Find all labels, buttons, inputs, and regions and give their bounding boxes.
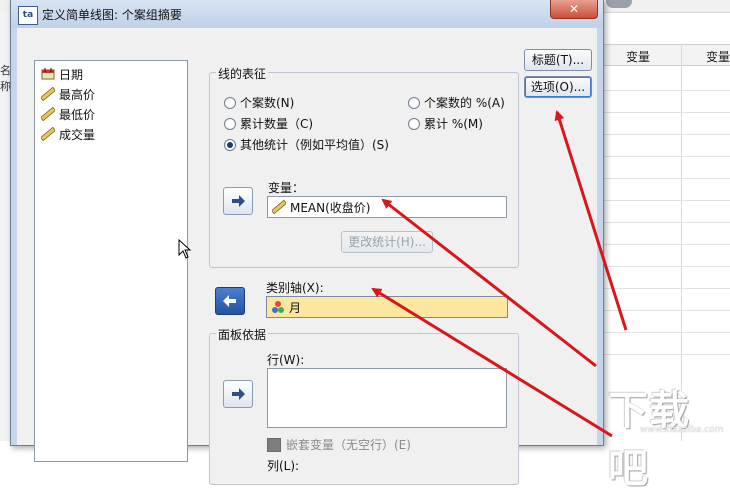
variable-item-date[interactable]: 日期 xyxy=(41,65,83,83)
radio-label: 个案数(N) xyxy=(240,96,295,110)
variable-label: 日期 xyxy=(59,67,84,82)
row-field[interactable] xyxy=(267,368,507,428)
radio-cumulative-pct[interactable]: 累计 %(M) xyxy=(408,115,483,132)
grid-line xyxy=(600,310,730,311)
scale-ruler-icon xyxy=(272,200,286,214)
date-scale-icon xyxy=(41,67,55,81)
column-header-variable[interactable]: 变量 xyxy=(706,48,730,65)
variable-value: MEAN(收盘价) xyxy=(290,200,371,215)
arrow-right-icon xyxy=(232,195,245,207)
nest-variables-checkbox[interactable]: 嵌套变量（无空行）(E) xyxy=(267,436,411,453)
radio-dot xyxy=(408,96,420,109)
category-axis-label: 类别轴(X): xyxy=(266,281,324,295)
column-header-variable[interactable]: 变量 xyxy=(626,48,650,65)
panel-by-group: 面板依据 行(W): 嵌套变量（无空行）(E) 列(L): xyxy=(209,326,519,485)
radio-cumulative-n[interactable]: 累计数量（C) xyxy=(224,115,313,132)
app-icon: ta xyxy=(18,6,38,25)
radio-label: 其他统计（例如平均值）(S) xyxy=(240,138,389,152)
mouse-cursor-icon xyxy=(178,239,192,259)
variable-item-low[interactable]: 最低价 xyxy=(41,105,95,123)
dialog-title: 定义简单线图: 个案组摘要 xyxy=(42,8,182,22)
grid-line xyxy=(600,112,730,113)
grid-line xyxy=(600,266,730,267)
variable-list[interactable]: 日期 最高价 最低价 成交量 xyxy=(34,60,188,462)
radio-label: 累计数量（C) xyxy=(240,117,314,131)
category-axis-field[interactable]: 月 xyxy=(266,296,508,318)
move-category-button[interactable] xyxy=(215,287,245,315)
scale-ruler-icon xyxy=(41,87,55,101)
grid-line xyxy=(600,222,730,223)
variable-label: 变量： xyxy=(268,181,305,195)
define-simple-line-dialog: ta 定义简单线图: 个案组摘要 ✕ 日期 最高价 最低价 成交量 线的表征 个… xyxy=(10,0,604,485)
radio-label: 累计 %(M) xyxy=(424,117,483,131)
grid-line xyxy=(600,90,730,91)
column-label: 列(L): xyxy=(267,459,300,473)
group-title: 面板依据 xyxy=(216,326,269,343)
category-axis-value: 月 xyxy=(289,300,302,315)
variable-item-volume[interactable]: 成交量 xyxy=(41,125,95,143)
group-title: 线的表征 xyxy=(216,65,269,82)
dialog-titlebar[interactable]: ta 定义简单线图: 个案组摘要 ✕ xyxy=(11,0,603,28)
move-row-button[interactable] xyxy=(223,380,253,408)
arrow-left-icon xyxy=(223,295,236,307)
arrow-right-icon xyxy=(232,388,245,400)
line-representation-group: 线的表征 个案数(N) 累计数量（C) 其他统计（例如平均值）(S) 个案数的 … xyxy=(209,65,519,268)
grid-line xyxy=(600,288,730,289)
grid-line xyxy=(600,354,730,355)
radio-other-statistic[interactable]: 其他统计（例如平均值）(S) xyxy=(224,136,389,153)
change-statistic-button[interactable]: 更改统计(H)... xyxy=(341,231,433,253)
close-icon: ✕ xyxy=(568,2,580,16)
background-column-header: 变量 变量 xyxy=(600,44,730,66)
variable-label: 最高价 xyxy=(59,87,96,102)
nominal-variable-icon xyxy=(271,300,285,314)
grid-line xyxy=(600,156,730,157)
checkbox-label: 嵌套变量（无空行）(E) xyxy=(286,438,411,452)
radio-dot xyxy=(408,117,420,130)
grid-line xyxy=(600,200,730,201)
titles-button[interactable]: 标题(T)... xyxy=(524,49,592,71)
scale-ruler-icon xyxy=(41,127,55,141)
dialog-body: 日期 最高价 最低价 成交量 线的表征 个案数(N) 累计数量（C) 其他统计（… xyxy=(17,28,597,485)
options-button[interactable]: 选项(O)... xyxy=(524,76,592,98)
grid-line xyxy=(600,134,730,135)
variable-label: 成交量 xyxy=(59,127,96,142)
background-toolbar-button[interactable] xyxy=(606,0,632,8)
close-button[interactable]: ✕ xyxy=(550,0,598,19)
radio-pct-cases[interactable]: 个案数的 %(A) xyxy=(408,94,505,111)
radio-dot xyxy=(224,117,236,130)
variable-field[interactable]: MEAN(收盘价) xyxy=(267,196,507,218)
watermark-logo: 下载吧 xyxy=(608,388,690,492)
grid-line xyxy=(600,244,730,245)
watermark-url: www.xiazaiba.com xyxy=(640,425,724,435)
grid-line xyxy=(600,332,730,333)
checkbox-box xyxy=(267,437,281,452)
scale-ruler-icon xyxy=(41,107,55,121)
move-variable-button[interactable] xyxy=(223,187,253,215)
variable-item-high[interactable]: 最高价 xyxy=(41,85,95,103)
variable-label: 最低价 xyxy=(59,107,96,122)
radio-dot-selected xyxy=(224,138,236,151)
radio-label: 个案数的 %(A) xyxy=(424,96,505,110)
row-label: 行(W): xyxy=(267,353,305,367)
grid-line xyxy=(600,178,730,179)
radio-dot xyxy=(224,96,236,109)
radio-n-cases[interactable]: 个案数(N) xyxy=(224,94,294,111)
